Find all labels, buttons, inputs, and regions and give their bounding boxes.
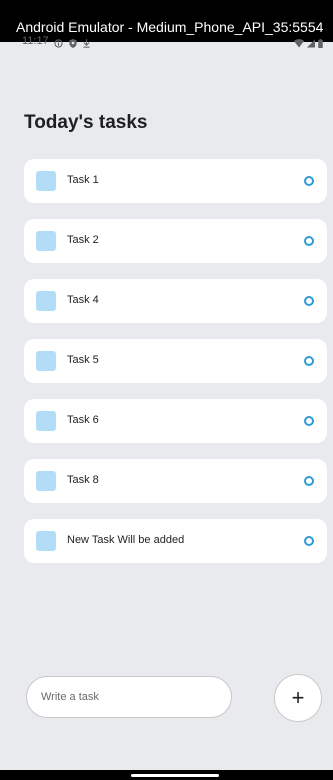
- info-icon: [54, 36, 63, 54]
- download-icon: [83, 36, 90, 54]
- task-status-dot-icon: [304, 536, 314, 546]
- status-icons-right: [294, 36, 323, 54]
- task-item[interactable]: Task 6: [24, 399, 327, 443]
- task-status-dot-icon: [304, 296, 314, 306]
- task-input[interactable]: [26, 676, 232, 718]
- wifi-icon: [294, 36, 304, 54]
- task-item[interactable]: Task 2: [24, 219, 327, 263]
- page-title: Today's tasks: [24, 112, 148, 133]
- task-label: New Task Will be added: [67, 534, 185, 546]
- task-item[interactable]: New Task Will be added: [24, 519, 327, 563]
- task-checkbox[interactable]: [36, 471, 56, 491]
- plus-icon: +: [291, 685, 305, 710]
- task-list: Task 1 Task 2 Task 4 Task 5 Task 6 Task …: [24, 159, 327, 579]
- task-label: Task 8: [67, 474, 99, 486]
- battery-icon: [318, 36, 323, 54]
- task-item[interactable]: Task 4: [24, 279, 327, 323]
- task-status-dot-icon: [304, 476, 314, 486]
- task-status-dot-icon: [304, 356, 314, 366]
- task-item[interactable]: Task 1: [24, 159, 327, 203]
- task-checkbox[interactable]: [36, 351, 56, 371]
- task-checkbox[interactable]: [36, 231, 56, 251]
- task-item[interactable]: Task 5: [24, 339, 327, 383]
- task-label: Task 2: [67, 234, 99, 246]
- task-checkbox[interactable]: [36, 171, 56, 191]
- signal-icon: [307, 36, 315, 54]
- status-bar: 11:17: [0, 32, 333, 50]
- task-status-dot-icon: [304, 416, 314, 426]
- task-label: Task 6: [67, 414, 99, 426]
- task-label: Task 4: [67, 294, 99, 306]
- task-status-dot-icon: [304, 236, 314, 246]
- navigation-bar: [0, 770, 333, 780]
- task-checkbox[interactable]: [36, 531, 56, 551]
- status-icons-left: [54, 36, 90, 54]
- gesture-handle[interactable]: [131, 774, 219, 777]
- task-item[interactable]: Task 8: [24, 459, 327, 503]
- task-checkbox[interactable]: [36, 291, 56, 311]
- task-label: Task 5: [67, 354, 99, 366]
- app-screen: Android Emulator - Medium_Phone_API_35:5…: [0, 0, 333, 780]
- shield-icon: [69, 36, 77, 54]
- status-time: 11:17: [22, 35, 49, 47]
- add-task-button[interactable]: +: [274, 674, 322, 722]
- task-status-dot-icon: [304, 176, 314, 186]
- task-checkbox[interactable]: [36, 411, 56, 431]
- task-label: Task 1: [67, 174, 99, 186]
